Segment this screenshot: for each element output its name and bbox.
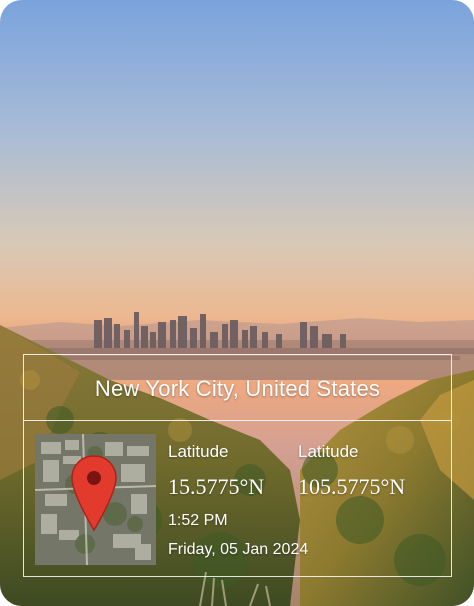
map-thumbnail[interactable] [35,434,156,565]
latitude-label: Latitude [168,442,229,461]
second-latitude-label: Latitude [298,442,359,461]
date-text: Friday, 05 Jan 2024 [168,541,309,558]
time-text: 1:52 PM [168,512,228,529]
location-title: New York City, United States [94,376,381,401]
map-pin-icon [71,455,117,532]
latitude-value: 15.5775°N [168,474,265,499]
overlay-divider [23,420,452,421]
photo-card: New York City, United States Latitude 15… [0,0,474,606]
second-latitude-value: 105.5775°N [298,474,406,499]
